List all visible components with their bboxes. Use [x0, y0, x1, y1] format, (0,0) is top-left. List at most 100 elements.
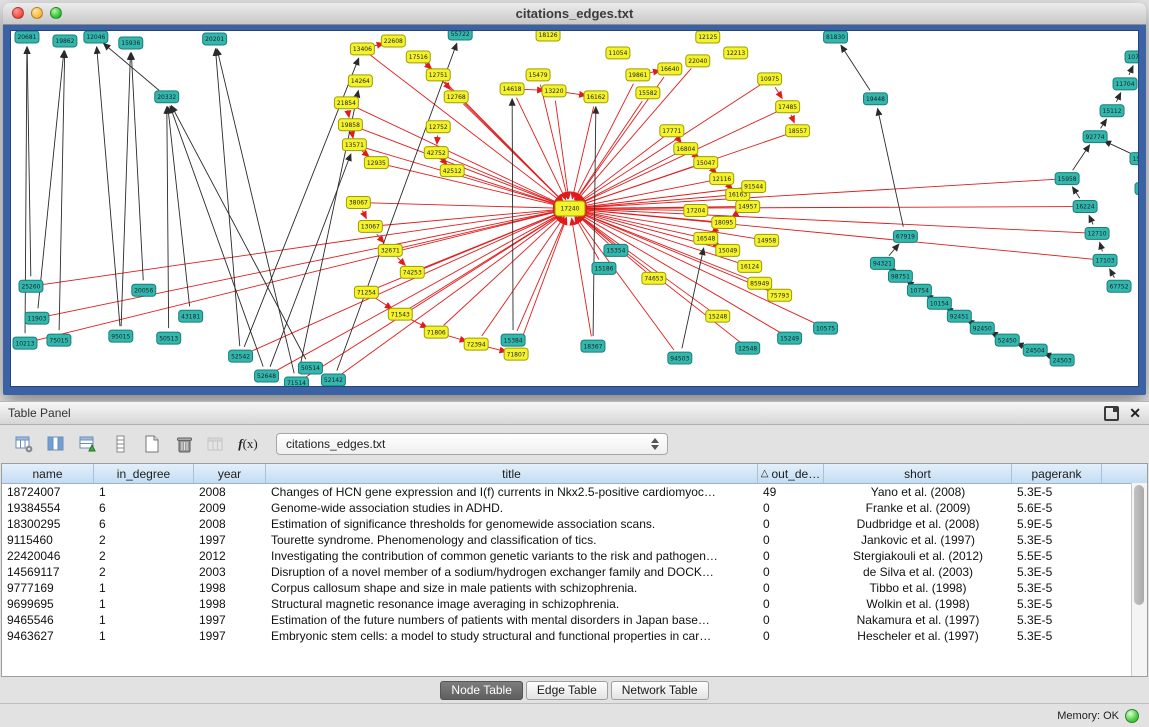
table-row[interactable]: 946554611997Estimation of the future num…: [2, 612, 1147, 628]
graph-node[interactable]: 15958: [1055, 173, 1079, 185]
graph-node[interactable]: 18557: [786, 125, 810, 137]
table-vertical-scrollbar[interactable]: [1131, 483, 1147, 676]
graph-node[interactable]: 15354: [604, 244, 628, 256]
graph-node[interactable]: 16124: [738, 260, 762, 272]
close-panel-icon[interactable]: ✕: [1129, 408, 1141, 419]
graph-node[interactable]: 16548: [694, 232, 718, 244]
merge-table-button[interactable]: [202, 430, 230, 458]
graph-node[interactable]: 43181: [179, 310, 203, 322]
graph-node[interactable]: 52542: [229, 350, 253, 362]
graph-node[interactable]: 71807: [504, 348, 528, 360]
graph-node[interactable]: 12751: [426, 69, 450, 81]
graph-node[interactable]: 15186: [592, 262, 616, 274]
table-row[interactable]: 969969511998Structural magnetic resonanc…: [2, 596, 1147, 612]
graph-node[interactable]: 74653: [642, 272, 666, 284]
graph-node[interactable]: 12752: [426, 121, 450, 133]
graph-node[interactable]: 15047: [694, 157, 718, 169]
column-header-title[interactable]: title: [266, 464, 758, 483]
graph-node[interactable]: 13067: [358, 220, 382, 232]
float-panel-icon[interactable]: [1104, 406, 1119, 421]
graph-node[interactable]: 16804: [674, 143, 698, 155]
graph-node[interactable]: 42512: [440, 165, 464, 177]
graph-node[interactable]: 98751: [888, 270, 912, 282]
graph-node[interactable]: 15479: [526, 69, 550, 81]
graph-node[interactable]: 14264: [348, 75, 372, 87]
table-row[interactable]: 1830029562008Estimation of significance …: [2, 516, 1147, 532]
graph-node[interactable]: 10754: [907, 284, 931, 296]
graph-node[interactable]: 13406: [350, 43, 374, 55]
graph-node[interactable]: 12935: [364, 157, 388, 169]
table-selector-dropdown[interactable]: citations_edges.txt: [276, 433, 668, 455]
delete-table-button[interactable]: [170, 430, 198, 458]
graph-node[interactable]: 15582: [636, 87, 660, 99]
column-header-name[interactable]: name: [2, 464, 94, 483]
graph-node[interactable]: 14958: [755, 234, 779, 246]
graph-node[interactable]: 15112: [1100, 105, 1124, 117]
new-table-button[interactable]: [138, 430, 166, 458]
graph-node[interactable]: 71543: [388, 308, 412, 320]
graph-node[interactable]: 92450: [970, 322, 994, 334]
graph-node[interactable]: 74253: [400, 266, 424, 278]
graph-node[interactable]: 10154: [927, 297, 951, 309]
column-header-in_degree[interactable]: in_degree: [94, 464, 194, 483]
tab-node-table[interactable]: Node Table: [440, 681, 523, 700]
graph-node[interactable]: 20201: [203, 33, 227, 45]
graph-node[interactable]: 71254: [354, 286, 378, 298]
graph-node[interactable]: 20332: [155, 91, 179, 103]
minimize-window-button[interactable]: [31, 7, 43, 19]
graph-node[interactable]: 94503: [668, 352, 692, 364]
graph-node[interactable]: 15249: [778, 332, 802, 344]
graph-node[interactable]: 18095: [712, 216, 736, 228]
graph-node[interactable]: 13571: [342, 139, 366, 151]
graph-node[interactable]: 19448: [863, 93, 887, 105]
graph-node[interactable]: 14957: [736, 201, 760, 213]
zoom-window-button[interactable]: [50, 7, 62, 19]
table-row[interactable]: 946362711997Embryonic stem cells: a mode…: [2, 628, 1147, 644]
graph-node[interactable]: 52450: [995, 334, 1019, 346]
graph-node[interactable]: 15936: [119, 37, 143, 49]
tab-edge-table[interactable]: Edge Table: [526, 681, 608, 700]
graph-node[interactable]: 75015: [47, 334, 71, 346]
graph-node[interactable]: 14104: [1135, 183, 1138, 195]
add-rows-button[interactable]: [106, 430, 134, 458]
graph-node[interactable]: 20056: [132, 284, 156, 296]
tab-network-table[interactable]: Network Table: [611, 681, 709, 700]
graph-node[interactable]: 11903: [25, 312, 49, 324]
graph-node[interactable]: 50514: [298, 362, 322, 374]
table-row[interactable]: 911546021997Tourette syndrome. Phenomeno…: [2, 532, 1147, 548]
graph-node[interactable]: 12213: [724, 47, 748, 59]
column-header-short[interactable]: short: [824, 464, 1012, 483]
table-row[interactable]: 2242004622012Investigating the contribut…: [2, 548, 1147, 564]
function-builder-button[interactable]: f(x): [234, 430, 262, 458]
graph-node[interactable]: 14618: [500, 83, 524, 95]
graph-node[interactable]: 12046: [84, 31, 108, 43]
graph-node[interactable]: 16162: [584, 91, 608, 103]
show-columns-button[interactable]: [42, 430, 70, 458]
graph-node[interactable]: 16640: [658, 63, 682, 75]
scrollbar-thumb[interactable]: [1134, 485, 1144, 605]
graph-node[interactable]: 20681: [15, 31, 39, 43]
import-table-button[interactable]: [74, 430, 102, 458]
graph-node[interactable]: 42752: [424, 147, 448, 159]
close-window-button[interactable]: [12, 7, 24, 19]
graph-node[interactable]: 10704: [1125, 51, 1138, 63]
graph-node[interactable]: 19862: [53, 35, 77, 47]
graph-node[interactable]: 13220: [542, 85, 566, 97]
graph-node[interactable]: 67919: [893, 230, 917, 242]
graph-node[interactable]: 72394: [464, 338, 488, 350]
graph-node[interactable]: 18367: [581, 340, 605, 352]
graph-node[interactable]: 95015: [109, 330, 133, 342]
graph-node[interactable]: 55722: [448, 31, 472, 40]
graph-node[interactable]: 16224: [1073, 201, 1097, 213]
graph-node[interactable]: 17103: [1093, 254, 1117, 266]
hub-node[interactable]: 17240: [555, 201, 585, 216]
graph-node[interactable]: 12710: [1085, 227, 1109, 239]
graph-node[interactable]: 25260: [19, 280, 43, 292]
graph-node[interactable]: 52142: [321, 374, 345, 386]
graph-node[interactable]: 22608: [381, 35, 405, 47]
graph-node[interactable]: 32671: [378, 244, 402, 256]
graph-node[interactable]: 75793: [768, 289, 792, 301]
graph-node[interactable]: 21854: [334, 97, 358, 109]
graph-node[interactable]: 15384: [501, 334, 525, 346]
graph-node[interactable]: 15248: [706, 310, 730, 322]
